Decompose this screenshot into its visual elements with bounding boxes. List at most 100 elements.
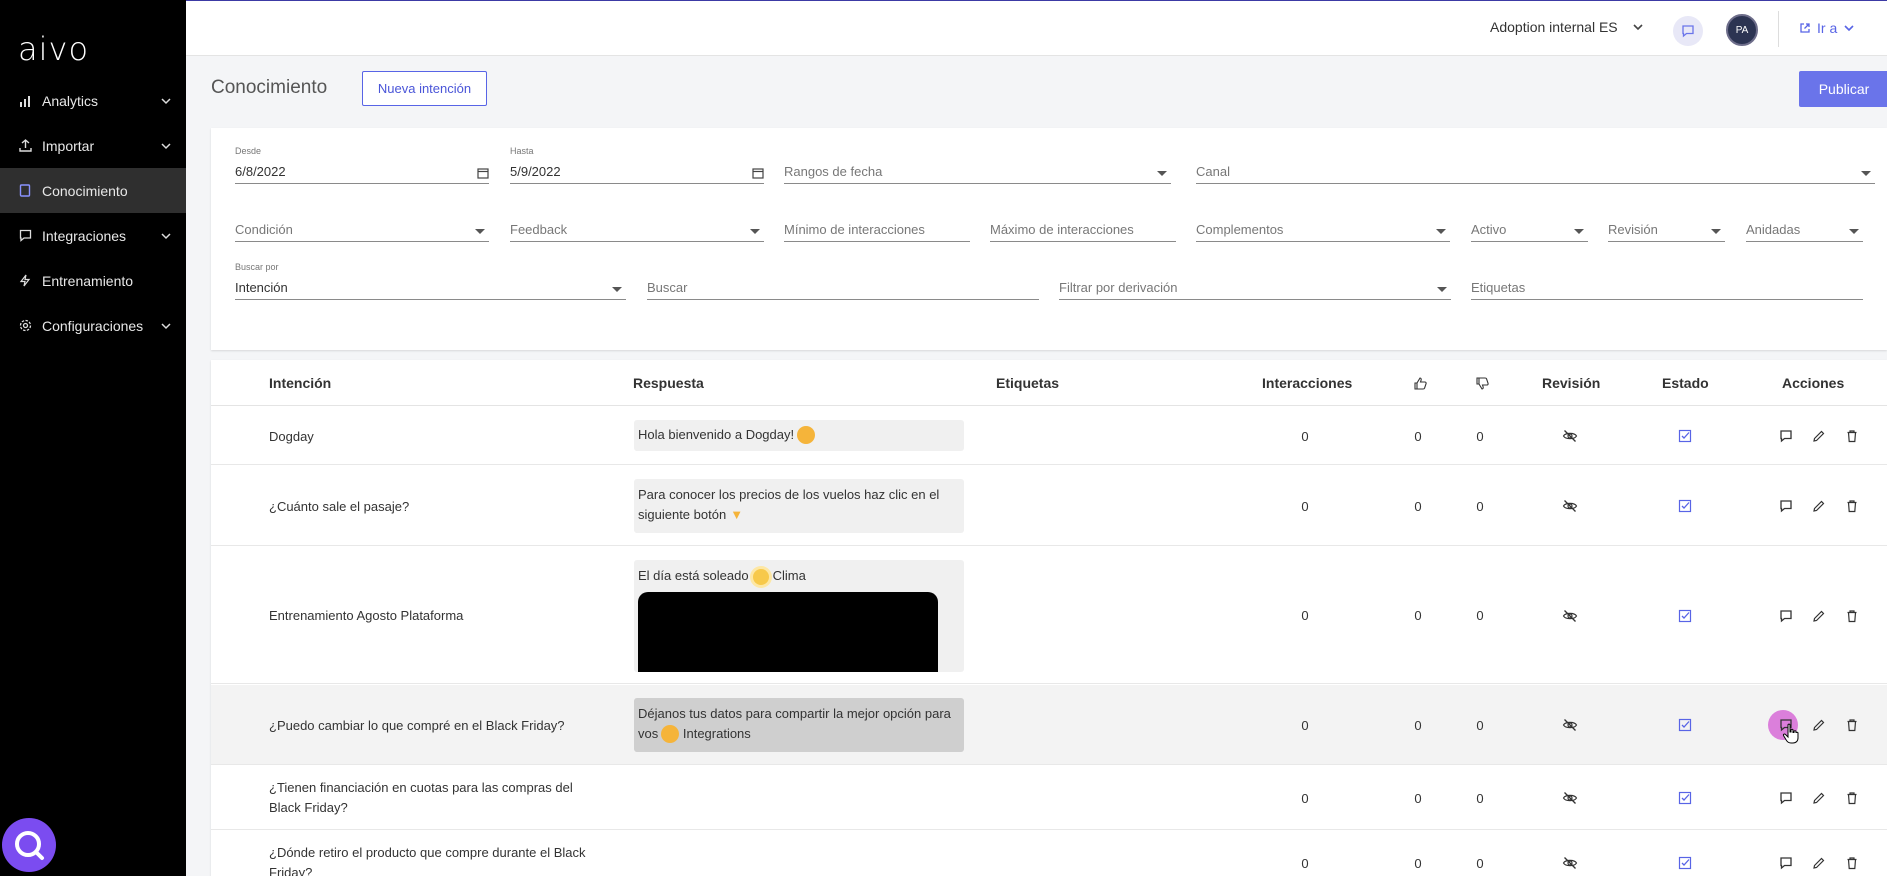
publish-button[interactable]: Publicar bbox=[1799, 71, 1887, 107]
row-actions bbox=[1776, 466, 1861, 546]
revision-toggle[interactable] bbox=[1562, 766, 1578, 830]
star-eyes-emoji-icon bbox=[661, 724, 680, 743]
tags-input[interactable]: Etiquetas bbox=[1471, 278, 1863, 300]
edit-button[interactable] bbox=[1809, 497, 1828, 516]
edit-button[interactable] bbox=[1809, 854, 1828, 873]
status-checkbox[interactable] bbox=[1678, 685, 1692, 765]
comment-button[interactable] bbox=[1776, 497, 1795, 516]
derivation-select[interactable]: Filtrar por derivación bbox=[1059, 278, 1451, 300]
revision-placeholder: Revisión bbox=[1608, 222, 1658, 237]
revision-toggle[interactable] bbox=[1562, 831, 1578, 876]
table-row[interactable]: Dogday Hola bienvenido a Dogday! 0 0 0 bbox=[211, 407, 1887, 465]
pencil-icon bbox=[1812, 500, 1824, 512]
new-intent-button[interactable]: Nueva intención bbox=[362, 71, 487, 106]
goto-menu[interactable]: Ir a bbox=[1799, 20, 1855, 36]
status-checkbox[interactable] bbox=[1678, 407, 1692, 465]
date-to-field[interactable]: Hasta 5/9/2022 bbox=[510, 146, 764, 184]
search-input[interactable]: Buscar bbox=[647, 278, 1039, 300]
max-interactions-input[interactable]: Máximo de interacciones bbox=[990, 220, 1176, 242]
col-status[interactable]: Estado bbox=[1662, 360, 1709, 406]
eye-off-icon bbox=[1562, 792, 1578, 804]
edit-button[interactable] bbox=[1809, 716, 1828, 735]
revision-select[interactable]: Revisión bbox=[1608, 220, 1725, 242]
comment-button[interactable] bbox=[1776, 427, 1795, 446]
assistant-fab-button[interactable] bbox=[2, 818, 56, 872]
eye-off-icon bbox=[1562, 719, 1578, 731]
comment-button[interactable] bbox=[1776, 854, 1795, 873]
status-checkbox[interactable] bbox=[1678, 766, 1692, 830]
min-interactions-placeholder: Mínimo de interacciones bbox=[784, 222, 925, 237]
trash-icon bbox=[1847, 609, 1856, 622]
col-tags[interactable]: Etiquetas bbox=[996, 360, 1059, 406]
table-row[interactable]: ¿Tienen financiación en cuotas para las … bbox=[211, 766, 1887, 830]
col-intent[interactable]: Intención bbox=[269, 360, 331, 406]
revision-toggle[interactable] bbox=[1562, 466, 1578, 546]
col-revision[interactable]: Revisión bbox=[1542, 360, 1600, 406]
intent-name[interactable]: Dogday bbox=[269, 407, 314, 465]
min-interactions-input[interactable]: Mínimo de interacciones bbox=[784, 220, 970, 242]
table-header: Intención Respuesta Etiquetas Interaccio… bbox=[211, 360, 1887, 406]
response-text: Para conocer los precios de los vuelos h… bbox=[638, 487, 940, 522]
delete-button[interactable] bbox=[1842, 497, 1861, 516]
delete-button[interactable] bbox=[1842, 716, 1861, 735]
interactions-count: 0 bbox=[1301, 608, 1309, 623]
delete-button[interactable] bbox=[1842, 427, 1861, 446]
status-checkbox[interactable] bbox=[1678, 831, 1692, 876]
caret-down-icon bbox=[750, 229, 760, 234]
revision-toggle[interactable] bbox=[1562, 547, 1578, 684]
chat-button[interactable] bbox=[1673, 16, 1703, 46]
intent-name[interactable]: ¿Puedo cambiar lo que compré en el Black… bbox=[269, 685, 565, 765]
nested-select[interactable]: Anidadas bbox=[1746, 220, 1863, 242]
intent-name[interactable]: ¿Dónde retiro el producto que compre dur… bbox=[269, 831, 599, 876]
eye-off-icon bbox=[1562, 609, 1578, 622]
table-row[interactable]: ¿Puedo cambiar lo que compré en el Black… bbox=[211, 685, 1887, 765]
caret-down-icon bbox=[612, 287, 622, 292]
feedback-select[interactable]: Feedback bbox=[510, 220, 764, 242]
table-row[interactable]: ¿Dónde retiro el producto que compre dur… bbox=[211, 831, 1887, 876]
revision-toggle[interactable] bbox=[1562, 685, 1578, 765]
sidebar-item-conocimiento[interactable]: Conocimiento bbox=[0, 168, 186, 213]
intent-name[interactable]: ¿Tienen financiación en cuotas para las … bbox=[269, 766, 599, 830]
sidebar-item-entrenamiento[interactable]: Entrenamiento bbox=[0, 258, 186, 303]
table-row[interactable]: Entrenamiento Agosto Plataforma El día e… bbox=[211, 547, 1887, 684]
edit-button[interactable] bbox=[1809, 427, 1828, 446]
sidebar-item-configuraciones[interactable]: Configuraciones bbox=[0, 303, 186, 348]
col-interactions[interactable]: Interacciones bbox=[1262, 360, 1352, 406]
sidebar-item-importar[interactable]: Importar bbox=[0, 123, 186, 168]
edit-button[interactable] bbox=[1809, 606, 1828, 625]
calendar-icon[interactable] bbox=[752, 167, 764, 179]
revision-toggle[interactable] bbox=[1562, 407, 1578, 465]
caret-down-icon bbox=[1437, 287, 1447, 292]
date-range-select[interactable]: Rangos de fecha bbox=[784, 162, 1171, 184]
channel-select[interactable]: Canal bbox=[1196, 162, 1875, 184]
active-select[interactable]: Activo bbox=[1471, 220, 1588, 242]
delete-button[interactable] bbox=[1842, 606, 1861, 625]
date-from-field[interactable]: Desde 6/8/2022 bbox=[235, 146, 489, 184]
comment-button[interactable] bbox=[1776, 789, 1795, 808]
date-range-placeholder: Rangos de fecha bbox=[784, 164, 883, 179]
org-selector[interactable]: Adoption internal ES bbox=[1490, 19, 1644, 35]
chat-icon bbox=[1682, 25, 1694, 38]
edit-button[interactable] bbox=[1809, 789, 1828, 808]
row-actions bbox=[1776, 766, 1861, 830]
chevron-down-icon bbox=[1633, 24, 1643, 31]
calendar-icon[interactable] bbox=[477, 167, 489, 179]
delete-button[interactable] bbox=[1842, 789, 1861, 808]
col-likes[interactable] bbox=[1413, 360, 1428, 406]
condition-select[interactable]: Condición bbox=[235, 220, 489, 242]
comment-button[interactable] bbox=[1776, 606, 1795, 625]
user-avatar[interactable]: PA bbox=[1726, 14, 1758, 46]
sidebar-item-analytics[interactable]: Analytics bbox=[0, 78, 186, 123]
complements-select[interactable]: Complementos bbox=[1196, 220, 1450, 242]
col-dislikes[interactable] bbox=[1475, 360, 1490, 406]
search-by-select[interactable]: Buscar por Intención bbox=[235, 262, 626, 300]
sidebar-item-integraciones[interactable]: Integraciones bbox=[0, 213, 186, 258]
status-checkbox[interactable] bbox=[1678, 466, 1692, 546]
gear-icon bbox=[18, 319, 32, 333]
intent-name[interactable]: ¿Cuánto sale el pasaje? bbox=[269, 466, 409, 546]
col-response[interactable]: Respuesta bbox=[633, 360, 704, 406]
intent-name[interactable]: Entrenamiento Agosto Plataforma bbox=[269, 547, 463, 684]
table-row[interactable]: ¿Cuánto sale el pasaje? Para conocer los… bbox=[211, 466, 1887, 546]
delete-button[interactable] bbox=[1842, 854, 1861, 873]
status-checkbox[interactable] bbox=[1678, 547, 1692, 684]
